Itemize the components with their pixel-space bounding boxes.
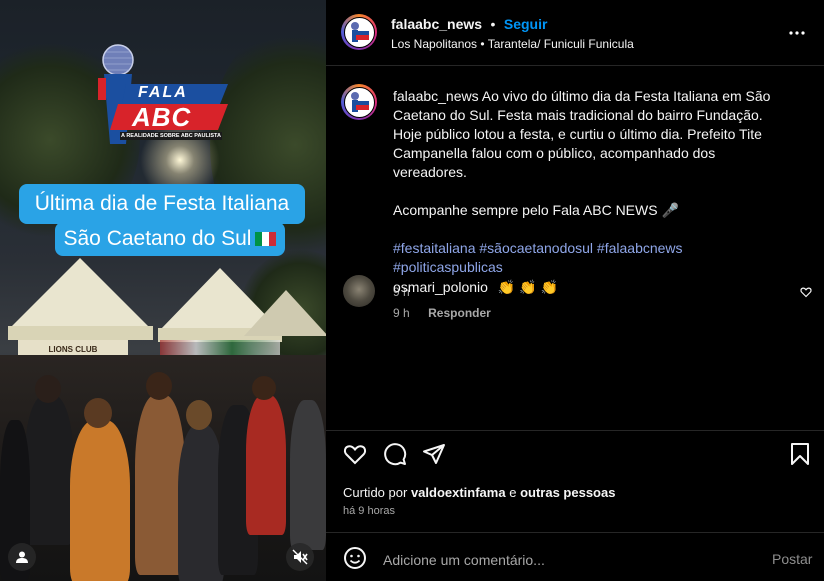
person (70, 420, 130, 581)
person (246, 395, 286, 535)
post-header: falaabc_news • Seguir (391, 16, 547, 34)
liked-prefix: Curtido por (343, 485, 408, 500)
caption-text-2: Acompanhe sempre pelo Fala ABC NEWS 🎤 (393, 202, 679, 218)
commenter-avatar[interactable] (343, 275, 375, 307)
comment-icon (384, 443, 407, 466)
person (25, 395, 73, 545)
person-head (35, 375, 61, 403)
comment-body: osmari_polonio 👏 👏 👏 (393, 278, 558, 297)
tagged-user-button[interactable] (8, 543, 36, 571)
heart-icon (343, 445, 367, 465)
comment-input[interactable] (381, 548, 755, 572)
person-head (146, 372, 172, 400)
post-comment-button[interactable]: Postar (772, 551, 812, 567)
heart-icon (800, 287, 812, 298)
comment-button[interactable] (383, 442, 407, 471)
emoji-button[interactable] (343, 546, 367, 575)
comment-username[interactable]: osmari_polonio (393, 279, 488, 295)
person-head (186, 400, 212, 430)
tent-far (244, 290, 326, 336)
liked-user[interactable]: valdoextinfama (411, 485, 506, 500)
author-avatar[interactable] (341, 14, 377, 50)
share-button[interactable] (422, 442, 446, 471)
like-button[interactable] (343, 442, 367, 471)
speaker-muted-icon (292, 549, 308, 565)
banner-line-1: Última dia de Festa Italiana em (19, 184, 305, 255)
audio-subtitle[interactable]: Los Napolitanos • Tarantela/ Funiculi Fu… (391, 37, 634, 51)
post-timestamp[interactable]: há 9 horas (343, 505, 395, 517)
liked-others[interactable]: outras pessoas (520, 485, 615, 500)
more-horizontal-icon (789, 31, 805, 35)
likes-summary: Curtido por valdoextinfama e outras pess… (343, 485, 615, 500)
logo-top-text: FALA (138, 84, 188, 101)
logo-tagline: A REALIDADE SOBRE ABC PAULISTA (121, 133, 221, 139)
logo-main-text: ABC (132, 102, 192, 132)
comment-like-button[interactable] (800, 285, 812, 303)
banner-line-2: São Caetano do Sul (55, 222, 285, 256)
person-head (84, 398, 112, 428)
video-caption-banner: Última dia de Festa Italiana em São Caet… (19, 184, 305, 256)
header-separator: • (490, 16, 496, 32)
person-head (252, 376, 276, 400)
caption-username[interactable]: falaabc_news (393, 88, 479, 104)
send-icon (423, 444, 445, 464)
fala-abc-avatar-icon (351, 92, 369, 112)
person (290, 400, 326, 550)
bookmark-icon (791, 443, 809, 465)
fala-abc-avatar-icon (351, 22, 369, 42)
tent-left (10, 258, 150, 328)
caption-hashtags[interactable]: #festaitaliana #sãocaetanodosul #falaabc… (393, 239, 793, 277)
caption-avatar[interactable] (341, 84, 377, 120)
comment-meta: 9 h Responder (393, 304, 491, 322)
more-options-button[interactable] (788, 24, 806, 47)
save-button[interactable] (789, 442, 811, 471)
post-media[interactable]: LIONS CLUB FALA ABC A REALIDADE SOBRE AB… (0, 0, 326, 581)
liked-and: e (509, 485, 517, 500)
emoji-icon (344, 547, 366, 569)
reply-button[interactable]: Responder (428, 306, 491, 320)
user-icon (16, 551, 28, 563)
comment-input-divider (326, 532, 824, 533)
comment-time[interactable]: 9 h (393, 306, 410, 320)
comment-text: 👏 👏 👏 (497, 279, 558, 295)
caption-block: falaabc_news Ao vivo do último dia da Fe… (393, 87, 793, 302)
post-details-panel: falaabc_news • Seguir Los Napolitanos • … (326, 0, 824, 581)
mute-button[interactable] (286, 543, 314, 571)
fala-abc-logo: FALA ABC A REALIDADE SOBRE ABC PAULISTA (92, 44, 232, 148)
banner-line-2-text: São Caetano do Sul (63, 227, 252, 250)
header-divider (326, 65, 824, 66)
author-username[interactable]: falaabc_news (391, 16, 482, 32)
follow-button[interactable]: Seguir (504, 16, 548, 32)
actions-divider (326, 430, 824, 431)
italy-flag-icon (254, 223, 277, 246)
tent-left-base (8, 326, 153, 340)
